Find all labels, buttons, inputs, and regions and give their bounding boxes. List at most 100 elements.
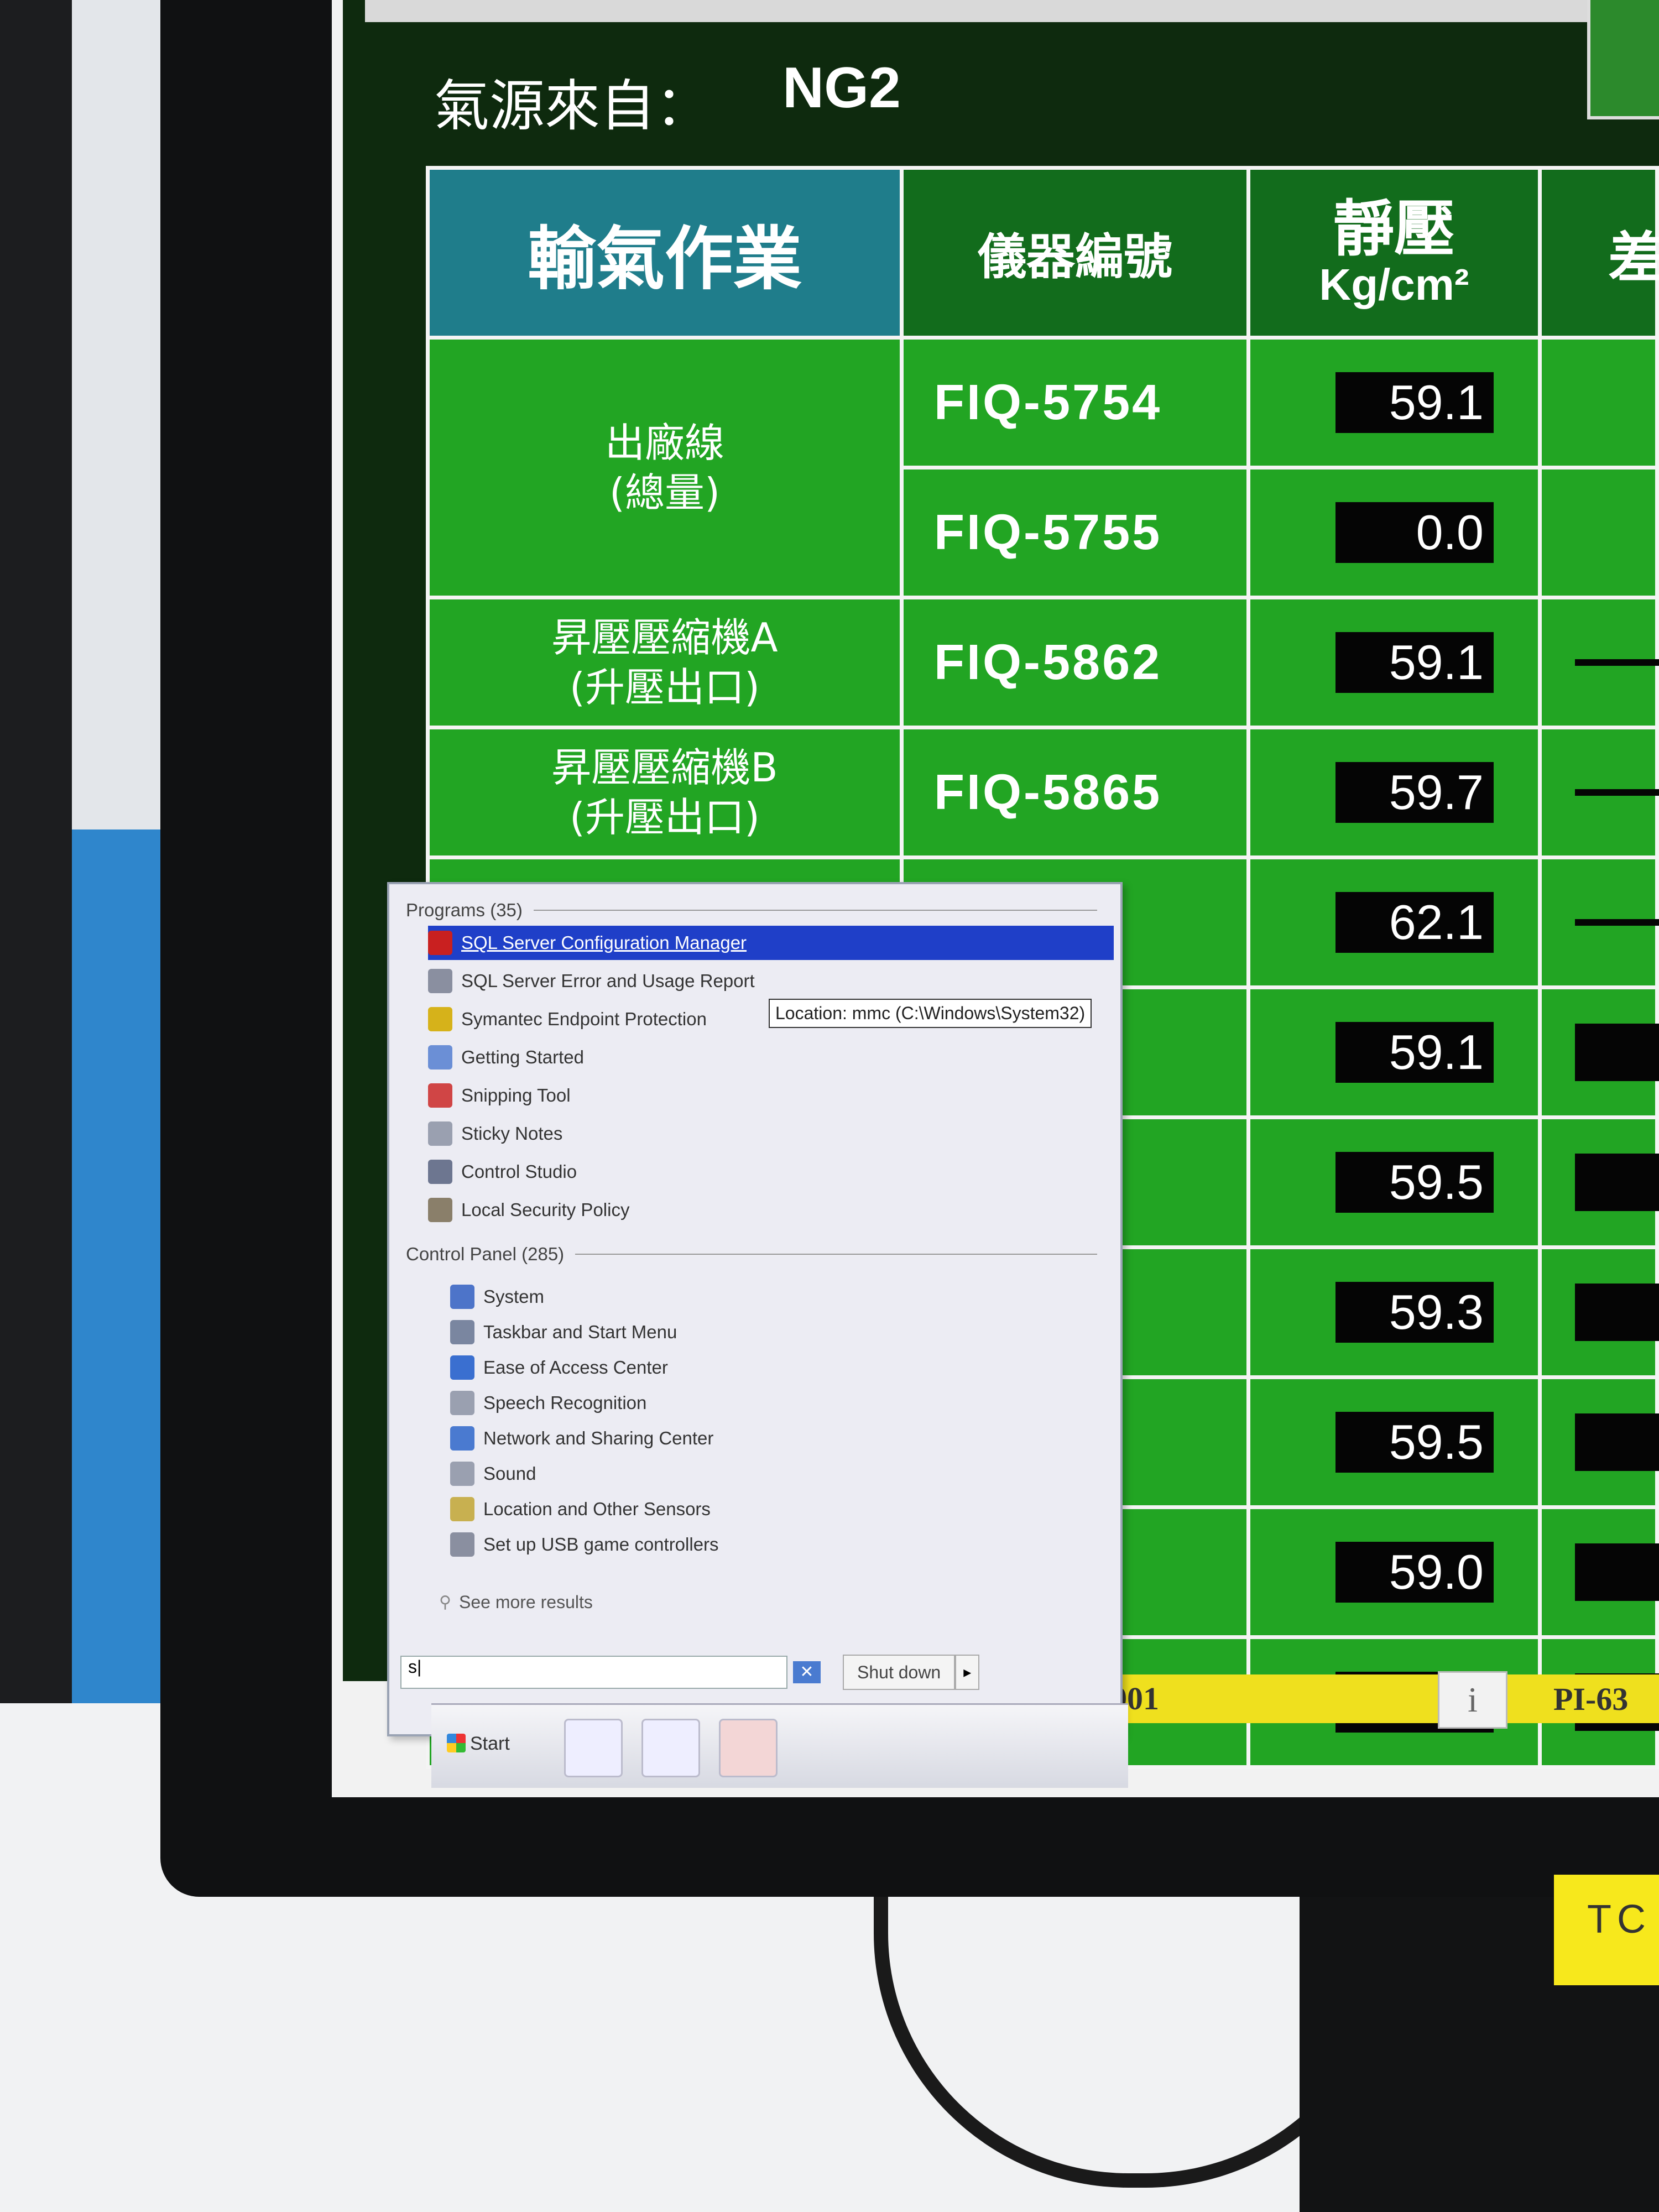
monitor-sticker: TC: [1554, 1875, 1659, 1985]
menu-item-label: Taskbar and Start Menu: [483, 1322, 677, 1342]
header-pressure-label: 靜壓: [1333, 194, 1455, 265]
taskbar: Start: [431, 1703, 1128, 1788]
diff-value[interactable]: 0.8: [1575, 1543, 1659, 1601]
start-button[interactable]: Start: [442, 1721, 525, 1766]
menu-item-sql-server-error-and-usage-report[interactable]: SQL Server Error and Usage Report: [428, 964, 1092, 998]
pressure-cell: 59.5: [1246, 1115, 1542, 1249]
sensor-icon: [450, 1497, 474, 1521]
diff-cell: -: [1538, 985, 1659, 1119]
menu-item-speech-recognition[interactable]: Speech Recognition: [450, 1386, 1114, 1420]
pressure-value[interactable]: 59.5: [1335, 1412, 1494, 1473]
taskbar-toolbox-icon[interactable]: [719, 1719, 778, 1777]
menu-item-snipping-tool[interactable]: Snipping Tool: [428, 1078, 1092, 1113]
info-button[interactable]: i: [1438, 1671, 1507, 1729]
menu-item-network-and-sharing-center[interactable]: Network and Sharing Center: [450, 1421, 1114, 1455]
see-more-label: See more results: [458, 1592, 593, 1612]
pressure-cell: 59.7: [1246, 726, 1542, 859]
header-pressure: 靜壓 Kg/cm²: [1246, 166, 1542, 340]
taskbar-icon: [450, 1320, 474, 1344]
diff-cell: [1538, 855, 1659, 989]
menu-item-label: Set up USB game controllers: [483, 1534, 719, 1554]
menu-item-local-security-policy[interactable]: Local Security Policy: [428, 1193, 1092, 1227]
diff-cell: [1538, 336, 1659, 469]
diff-value[interactable]: [1575, 789, 1659, 796]
menu-item-label: Sound: [483, 1463, 536, 1484]
menu-item-sql-server-configuration-manager[interactable]: SQL Server Configuration Manager: [428, 926, 1114, 960]
pressure-cell: 59.1: [1246, 336, 1542, 469]
table-row: 昇壓壓縮機B (升壓出口) FIQ-5865 59.7: [426, 726, 1659, 859]
pressure-value[interactable]: 59.0: [1335, 1542, 1494, 1603]
menu-item-set-up-usb-game-controllers[interactable]: Set up USB game controllers: [450, 1527, 1114, 1562]
hmi-top-bar: [365, 0, 1659, 22]
gas-source-value: NG2: [782, 56, 901, 120]
scissors-icon: [428, 1083, 452, 1108]
programs-section-header: Programs (35): [406, 900, 1097, 921]
see-more-results-link[interactable]: ⚲ See more results: [439, 1592, 593, 1613]
diff-cell: 1: [1538, 1115, 1659, 1249]
pressure-value[interactable]: 59.1: [1335, 632, 1494, 693]
start-search-input[interactable]: s|: [400, 1656, 787, 1689]
menu-item-sound[interactable]: Sound: [450, 1457, 1114, 1491]
pressure-value[interactable]: 59.1: [1335, 1022, 1494, 1083]
menu-item-system[interactable]: System: [450, 1280, 1114, 1314]
header-diff: 差: [1538, 166, 1659, 340]
policy-icon: [428, 1198, 452, 1222]
menu-item-label: Network and Sharing Center: [483, 1428, 714, 1448]
pressure-value[interactable]: 59.3: [1335, 1282, 1494, 1343]
menu-item-control-studio[interactable]: Control Studio: [428, 1155, 1092, 1189]
clipboard-icon: [428, 1045, 452, 1070]
pressure-value[interactable]: 59.1: [1335, 372, 1494, 433]
shutdown-options-arrow-icon[interactable]: ▸: [955, 1655, 980, 1690]
menu-item-label: Location and Other Sensors: [483, 1499, 711, 1519]
pressure-value[interactable]: 62.1: [1335, 892, 1494, 953]
row-name: 昇壓壓縮機B (升壓出口): [426, 726, 904, 859]
diff-value[interactable]: 1: [1575, 1154, 1659, 1211]
menu-item-taskbar-and-start-menu[interactable]: Taskbar and Start Menu: [450, 1315, 1114, 1349]
menu-item-label: Snipping Tool: [461, 1085, 571, 1105]
menu-item-location-and-other-sensors[interactable]: Location and Other Sensors: [450, 1492, 1114, 1526]
diff-cell: 4.: [1538, 1375, 1659, 1509]
menu-item-label: Local Security Policy: [461, 1199, 630, 1220]
shutdown-button[interactable]: Shut down: [843, 1655, 956, 1690]
diff-value[interactable]: 4.: [1575, 1413, 1659, 1471]
diff-value[interactable]: -2: [1575, 1284, 1659, 1341]
menu-item-sticky-notes[interactable]: Sticky Notes: [428, 1117, 1092, 1151]
diff-value[interactable]: [1575, 919, 1659, 926]
row-name: 出廠線 (總量): [426, 336, 904, 599]
pressure-value[interactable]: 59.7: [1335, 762, 1494, 823]
menu-item-label: System: [483, 1286, 545, 1307]
notes-icon: [428, 1121, 452, 1146]
taskbar-app-icon[interactable]: [641, 1719, 700, 1777]
menu-item-label: Sticky Notes: [461, 1123, 563, 1144]
pressure-cell: 59.0: [1246, 1505, 1542, 1639]
control-panel-section-header: Control Panel (285): [406, 1244, 1097, 1265]
speaker-icon: [450, 1462, 474, 1486]
taskbar-explorer-icon[interactable]: [564, 1719, 623, 1777]
menu-item-ease-of-access-center[interactable]: Ease of Access Center: [450, 1350, 1114, 1385]
diff-value[interactable]: [1575, 659, 1659, 666]
grid-icon: [428, 1160, 452, 1184]
pressure-value[interactable]: 0.0: [1335, 502, 1494, 563]
diff-cell: -2: [1538, 1245, 1659, 1379]
menu-item-label: Getting Started: [461, 1047, 584, 1067]
diff-value[interactable]: -: [1575, 1024, 1659, 1081]
menu-item-label: Ease of Access Center: [483, 1357, 668, 1378]
hmi-top-box: [1587, 0, 1659, 119]
instrument-id: FIQ-5755: [900, 466, 1250, 599]
header-instrument: 儀器編號: [900, 166, 1250, 340]
control-panel-header-label: Control Panel (285): [406, 1244, 565, 1264]
clear-search-icon[interactable]: ✕: [793, 1661, 821, 1683]
header-title: 輸氣作業: [426, 166, 904, 340]
start-label: Start: [470, 1733, 510, 1754]
bottom-tag-right[interactable]: PI-63: [1546, 1676, 1659, 1723]
diff-cell: [1538, 596, 1659, 729]
table-row: 出廠線 (總量) FIQ-5754 59.1: [426, 336, 1659, 599]
menu-item-getting-started[interactable]: Getting Started: [428, 1040, 1092, 1074]
pressure-cell: 59.1: [1246, 596, 1542, 729]
section-divider: [533, 910, 1097, 911]
pressure-value[interactable]: 59.5: [1335, 1152, 1494, 1213]
menu-item-label: Control Studio: [461, 1161, 577, 1182]
diff-cell: [1538, 466, 1659, 599]
pressure-cell: 59.3: [1246, 1245, 1542, 1379]
toolbox-icon: [428, 931, 452, 955]
